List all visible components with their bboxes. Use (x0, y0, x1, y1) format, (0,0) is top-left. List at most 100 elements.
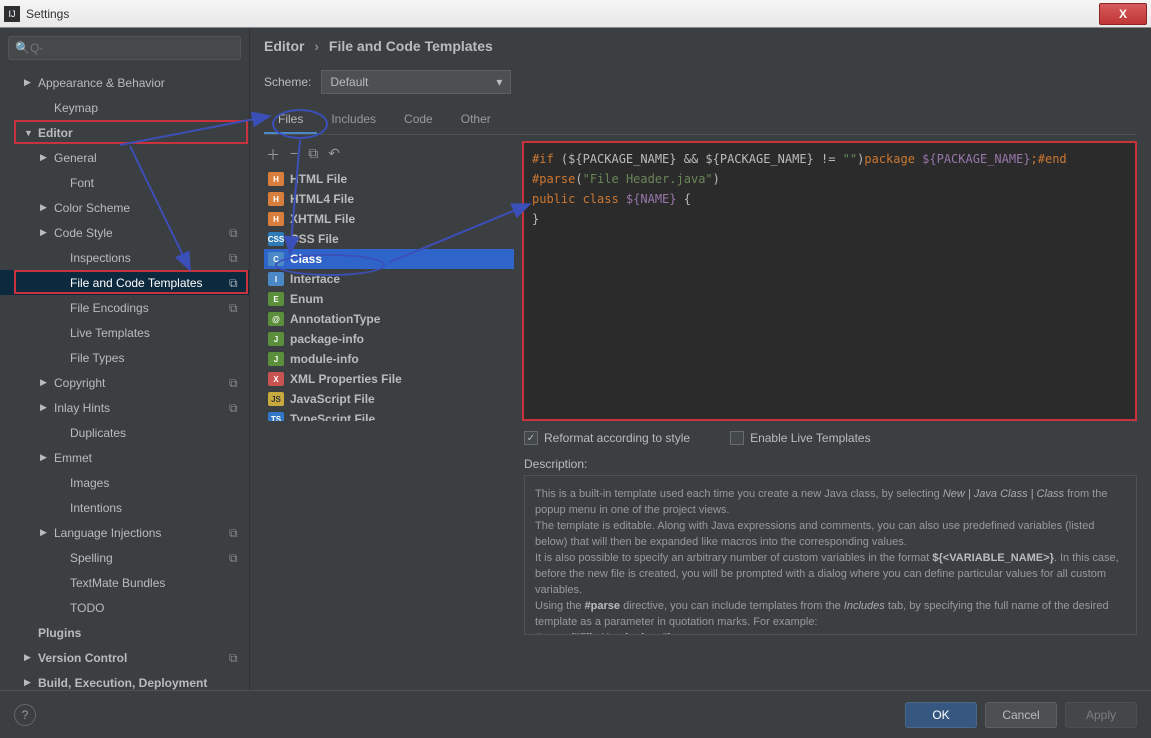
add-icon[interactable]: ＋ (266, 145, 280, 165)
file-label: AnnotationType (290, 312, 380, 326)
tree-label: Color Scheme (54, 201, 249, 215)
tree-arrow-icon: ▶ (24, 677, 34, 688)
file-type-icon: H (268, 172, 284, 186)
template-item-enum[interactable]: EEnum (264, 289, 514, 309)
template-tabs: FilesIncludesCodeOther (264, 106, 1137, 135)
scheme-value: Default (330, 75, 368, 89)
breadcrumb: Editor › File and Code Templates (264, 38, 1137, 54)
search-input[interactable] (30, 41, 234, 55)
copy-settings-icon: ⧉ (229, 526, 243, 540)
tab-code[interactable]: Code (390, 106, 447, 134)
description-panel: This is a built-in template used each ti… (524, 475, 1137, 635)
tree-label: Duplicates (70, 426, 249, 440)
file-type-icon: H (268, 212, 284, 226)
reformat-label: Reformat according to style (544, 431, 690, 445)
tree-item-file-and-code-templates[interactable]: File and Code Templates⧉ (0, 270, 249, 295)
titlebar: IJ Settings X (0, 0, 1151, 28)
ok-button[interactable]: OK (905, 702, 977, 728)
window-title: Settings (26, 7, 1099, 21)
tree-label: Emmet (54, 451, 249, 465)
template-item-javascript-file[interactable]: JSJavaScript File (264, 389, 514, 409)
breadcrumb-current: File and Code Templates (329, 38, 493, 54)
tree-item-file-encodings[interactable]: File Encodings⧉ (0, 295, 249, 320)
settings-content: Editor › File and Code Templates Scheme:… (250, 28, 1151, 690)
template-item-html-file[interactable]: HHTML File (264, 169, 514, 189)
tree-label: Live Templates (70, 326, 249, 340)
cancel-button[interactable]: Cancel (985, 702, 1057, 728)
tree-arrow-icon: ▶ (40, 452, 50, 463)
tree-item-inlay-hints[interactable]: ▶Inlay Hints⧉ (0, 395, 249, 420)
template-item-typescript-file[interactable]: TSTypeScript File (264, 409, 514, 421)
tree-label: Build, Execution, Deployment (38, 676, 249, 690)
copy-settings-icon: ⧉ (229, 651, 243, 665)
template-item-css-file[interactable]: CSSCSS File (264, 229, 514, 249)
tree-item-general[interactable]: ▶General (0, 145, 249, 170)
file-label: XHTML File (290, 212, 355, 226)
tree-item-todo[interactable]: TODO (0, 595, 249, 620)
scheme-dropdown[interactable]: Default ▾ (321, 70, 511, 94)
tree-arrow-icon: ▶ (40, 402, 50, 413)
tree-item-color-scheme[interactable]: ▶ Color Scheme (0, 195, 249, 220)
settings-search[interactable]: 🔍 (8, 36, 241, 60)
template-item-class[interactable]: CClass (264, 249, 514, 269)
template-item-annotationtype[interactable]: @ AnnotationType (264, 309, 514, 329)
reformat-checkbox[interactable]: ✓ Reformat according to style (524, 431, 690, 445)
tree-label: Plugins (38, 626, 249, 640)
template-item-html4-file[interactable]: HHTML4 File (264, 189, 514, 209)
tree-item-editor[interactable]: ▼Editor (0, 120, 249, 145)
tree-arrow-icon: ▶ (40, 202, 50, 213)
file-type-icon: I (268, 272, 284, 286)
file-type-icon: @ (268, 312, 284, 326)
tree-item-language-injections[interactable]: ▶Language Injections⧉ (0, 520, 249, 545)
tree-item-copyright[interactable]: ▶Copyright⧉ (0, 370, 249, 395)
file-label: XML Properties File (290, 372, 402, 386)
help-button[interactable]: ? (14, 704, 36, 726)
tree-item-images[interactable]: Images (0, 470, 249, 495)
copy-settings-icon: ⧉ (229, 301, 243, 315)
tree-item-emmet[interactable]: ▶ Emmet (0, 445, 249, 470)
tree-item-intentions[interactable]: Intentions (0, 495, 249, 520)
tree-label: File and Code Templates (70, 276, 229, 290)
template-item-xhtml-file[interactable]: H XHTML File (264, 209, 514, 229)
template-item-interface[interactable]: IInterface (264, 269, 514, 289)
tree-item-build-execution-deployment[interactable]: ▶ Build, Execution, Deployment (0, 670, 249, 690)
close-button[interactable]: X (1099, 3, 1147, 25)
tree-item-spelling[interactable]: Spelling⧉ (0, 545, 249, 570)
apply-button[interactable]: Apply (1065, 702, 1137, 728)
file-type-icon: J (268, 332, 284, 346)
tab-includes[interactable]: Includes (317, 106, 390, 134)
tree-item-appearance-behavior[interactable]: ▶Appearance & Behavior (0, 70, 249, 95)
tree-item-plugins[interactable]: Plugins (0, 620, 249, 645)
tab-other[interactable]: Other (447, 106, 505, 134)
live-templates-checkbox[interactable]: Enable Live Templates (730, 431, 871, 445)
file-label: CSS File (290, 232, 339, 246)
tree-item-font[interactable]: Font (0, 170, 249, 195)
tree-label: Copyright (54, 376, 229, 390)
tree-label: TODO (70, 601, 249, 615)
template-item-module-info[interactable]: Jmodule-info (264, 349, 514, 369)
scheme-label: Scheme: (264, 75, 311, 89)
checkbox-icon (730, 431, 744, 445)
tree-item-keymap[interactable]: Keymap (0, 95, 249, 120)
undo-icon[interactable]: ↶ (328, 145, 340, 165)
tree-item-live-templates[interactable]: Live Templates (0, 320, 249, 345)
template-code-editor[interactable]: #if (${PACKAGE_NAME} && ${PACKAGE_NAME} … (522, 141, 1137, 421)
tree-label: File Types (70, 351, 249, 365)
tree-item-file-types[interactable]: File Types (0, 345, 249, 370)
tree-item-duplicates[interactable]: Duplicates (0, 420, 249, 445)
breadcrumb-separator: › (314, 38, 319, 54)
tab-files[interactable]: Files (264, 106, 317, 134)
tree-arrow-icon: ▶ (40, 227, 50, 238)
tree-arrow-icon: ▼ (24, 128, 34, 138)
file-label: JavaScript File (290, 392, 375, 406)
template-item-xml-properties-file[interactable]: XXML Properties File (264, 369, 514, 389)
remove-icon[interactable]: − (290, 145, 298, 165)
description-label: Description: (524, 453, 1137, 475)
tree-item-inspections[interactable]: Inspections⧉ (0, 245, 249, 270)
tree-item-code-style[interactable]: ▶Code Style⧉ (0, 220, 249, 245)
tree-label: Spelling (70, 551, 229, 565)
copy-icon[interactable]: ⧉ (308, 145, 318, 165)
tree-item-version-control[interactable]: ▶Version Control⧉ (0, 645, 249, 670)
template-item-package-info[interactable]: Jpackage-info (264, 329, 514, 349)
tree-item-textmate-bundles[interactable]: TextMate Bundles (0, 570, 249, 595)
